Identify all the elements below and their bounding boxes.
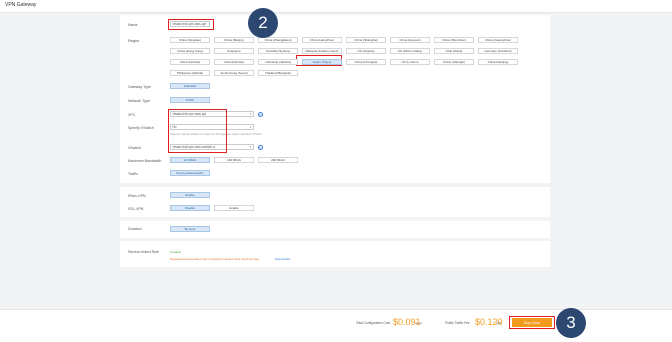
role-label: Service-linked Role — [128, 250, 159, 254]
chevron-down-icon: ▾ — [249, 125, 252, 129]
region-option[interactable]: Malaysia (Kuala Lumpur) — [302, 48, 342, 54]
duration-by-hour[interactable]: By Hour — [170, 226, 210, 232]
page-title: VPN Gateway — [5, 2, 37, 8]
region-option[interactable]: UK (London) — [390, 59, 430, 65]
name-label: Name — [128, 23, 138, 27]
config-cost-unit: /Hour — [415, 321, 423, 325]
ipsec-label: IPsec-VPN — [128, 194, 146, 198]
service-role-section: Service-linked Role Created Requested se… — [120, 241, 550, 267]
top-bar: VPN Gateway — [0, 0, 672, 13]
bandwidth-option-100[interactable]: 100 Mbit/s — [214, 157, 254, 163]
ipsec-enable[interactable]: Enable — [170, 192, 210, 198]
step-2-badge: 2 — [248, 8, 278, 38]
region-option[interactable]: China (Hohhot) — [170, 59, 210, 65]
vpc-label: VPC — [128, 113, 136, 117]
region-label: Region — [128, 39, 140, 43]
role-note: Requested service-linked role is require… — [170, 257, 259, 261]
region-option[interactable]: China (Shenzhen) — [434, 37, 474, 43]
duration-section: Duration By Hour — [120, 221, 550, 238]
chevron-down-icon: ▾ — [249, 145, 252, 149]
region-option[interactable]: China (Qingdao) — [170, 37, 210, 43]
region-option[interactable]: Germany (Frankfurt) — [478, 48, 518, 54]
region-option[interactable]: US (Silicon Valley) — [390, 48, 430, 54]
region-option[interactable]: Australia (Sydney) — [258, 48, 298, 54]
bandwidth-option-200[interactable]: 200 Mbit/s — [258, 157, 298, 163]
step-3-badge: 3 — [556, 308, 586, 338]
region-option[interactable]: China (Beijing) — [214, 37, 254, 43]
region-option[interactable]: Philippines (Manila) — [170, 70, 210, 76]
role-status: Created — [170, 250, 181, 254]
gateway-type-label: Gateway Type — [128, 85, 151, 89]
basic-config-section: Name vfsaiw-bdd-vpn-aws-opt Region Gatew… — [120, 15, 550, 183]
region-option[interactable]: Japan (Tokyo) — [302, 59, 342, 65]
bandwidth-option-10[interactable]: 10 Mbit/s — [170, 157, 210, 163]
region-option[interactable]: India (Mumbai) — [214, 59, 254, 65]
vpc-vswitch-highlight-box — [168, 109, 227, 153]
region-option[interactable]: China (Guangzhou) — [478, 37, 518, 43]
network-type-public[interactable]: Public — [170, 97, 210, 103]
region-option[interactable]: China (Hong Kong) — [170, 48, 210, 54]
region-option[interactable]: South Korea (Seoul) — [214, 70, 254, 76]
region-option[interactable]: US (Virginia) — [346, 48, 386, 54]
ssl-enable[interactable]: Enable — [214, 205, 254, 211]
bandwidth-label: Maximum Bandwidth — [128, 159, 162, 163]
region-option[interactable]: China (Shanghai) — [346, 37, 386, 43]
duration-label: Duration — [128, 227, 142, 231]
region-option[interactable]: Thailand (Bangkok) — [258, 70, 298, 76]
traffic-label: Traffic — [128, 172, 138, 176]
region-option[interactable]: China (Chengdu) — [346, 59, 386, 65]
config-cost-label: Total Configuration Cost — [356, 321, 391, 325]
specify-vswitch-label: Specify VSwitch — [128, 126, 154, 130]
traffic-fee-unit: /GB — [496, 321, 502, 325]
name-highlight-box — [168, 18, 214, 30]
region-option[interactable]: Indonesia (Jakarta) — [258, 59, 298, 65]
traffic-pay-by-data[interactable]: Pay-by-data-transfer — [170, 170, 210, 176]
vpn-options-section: IPsec-VPN Enable SSL-VPN Disable Enable — [120, 187, 550, 217]
ssl-disable[interactable]: Disable — [170, 205, 210, 211]
region-option[interactable]: China (Nanjing) — [478, 59, 518, 65]
network-type-label: Network Type — [128, 99, 150, 103]
region-option[interactable]: China (Hangzhou) — [302, 37, 342, 43]
chevron-down-icon: ▾ — [249, 112, 252, 116]
buy-highlight-box — [509, 316, 555, 329]
vswitch-refresh-icon[interactable]: ↻ — [258, 144, 263, 150]
ssl-label: SSL-VPN — [128, 207, 144, 211]
region-option[interactable]: China (Ulanqab) — [434, 59, 474, 65]
region-option[interactable]: Singapore — [214, 48, 254, 54]
gateway-type-standard[interactable]: Standard — [170, 83, 210, 89]
vswitch-label: VSwitch — [128, 146, 141, 150]
role-details-link[interactable]: Role Details — [275, 257, 290, 261]
traffic-fee-label: Public Traffic Fee — [445, 321, 470, 325]
vpc-refresh-icon[interactable]: ↻ — [258, 111, 263, 117]
region-option[interactable]: UAE (Dubai) — [434, 48, 474, 54]
region-option[interactable]: China (Heyuan) — [390, 37, 430, 43]
